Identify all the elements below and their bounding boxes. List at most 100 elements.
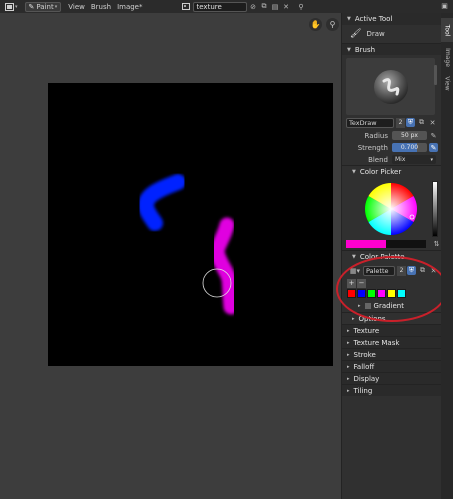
brush-users-count[interactable]: 2 (396, 117, 405, 128)
tiling-panel-header[interactable]: ▸ Tiling (342, 384, 441, 396)
new-image-icon[interactable]: ⧉ (260, 2, 269, 11)
preview-scroll-handle[interactable] (434, 65, 437, 85)
palette-swatches (347, 289, 406, 298)
palette-swatch[interactable] (357, 289, 366, 298)
blend-select[interactable]: Mix ▾ (392, 155, 436, 164)
active-tool-name: Draw (366, 30, 385, 38)
palette-swatch[interactable] (347, 289, 356, 298)
tab-tool[interactable]: Tool (441, 18, 453, 42)
pressure-pen-icon[interactable]: ✎ (429, 131, 438, 140)
triangle-right-icon: ▸ (347, 327, 350, 334)
strength-field[interactable]: 0.700 (392, 143, 427, 152)
current-color-swatch[interactable] (346, 240, 426, 248)
chevron-down-icon: ▾ (15, 3, 18, 10)
brush-panel-body: TexDraw 2 ⛨ ⧉ ✕ Radius 50 px ✎ Strength … (342, 55, 441, 165)
open-image-icon[interactable]: ▤ (271, 2, 280, 11)
strength-label: Strength (357, 143, 388, 152)
fake-user-shield-icon[interactable]: ⛨ (406, 118, 415, 127)
menu-view[interactable]: View (65, 1, 88, 12)
triangle-down-icon: ▼ (352, 253, 356, 260)
image-name-field[interactable]: texture (192, 1, 247, 12)
remove-color-button[interactable]: − (357, 279, 366, 288)
palette-swatch[interactable] (387, 289, 396, 298)
falloff-panel-header[interactable]: ▸ Falloff (342, 360, 441, 372)
texture-mask-panel-header[interactable]: ▸ Texture Mask (342, 336, 441, 348)
value-slider[interactable] (432, 181, 438, 237)
duplicate-icon[interactable]: ⧉ (417, 118, 426, 127)
brush-tool-icon: 🖌 (350, 29, 362, 39)
stroke-panel-header[interactable]: ▸ Stroke (342, 348, 441, 360)
blend-value: Mix (395, 156, 406, 163)
blue-stroke (138, 174, 186, 231)
radius-value: 50 px (401, 132, 418, 139)
image-viewport[interactable]: ✋ ⚲ (0, 13, 341, 499)
radius-field[interactable]: 50 px (392, 131, 427, 140)
chevron-down-icon: ▾ (54, 3, 58, 10)
close-icon[interactable]: ✕ (429, 266, 438, 275)
previous-color-fill (386, 240, 426, 248)
hand-pan-icon[interactable]: ✋ (309, 18, 322, 31)
brush-preview[interactable] (346, 58, 435, 115)
image-canvas[interactable] (48, 83, 333, 366)
fake-user-shield-icon[interactable]: ⛨ (407, 266, 416, 275)
close-icon[interactable]: ✕ (428, 118, 437, 127)
image-browse-icon[interactable] (182, 2, 191, 11)
active-tool-row: 🖌 Draw (342, 25, 441, 43)
triangle-right-icon: ▸ (347, 387, 350, 394)
display-channels-icon[interactable]: ▣ (440, 1, 449, 10)
swap-colors-icon[interactable]: ⇅ (432, 239, 441, 248)
pressure-pen-icon[interactable]: ✎ (429, 143, 438, 152)
blend-row: Blend Mix ▾ (346, 154, 438, 165)
tab-view[interactable]: View (441, 72, 453, 94)
color-picker-title: Color Picker (359, 167, 402, 176)
editor-type-button[interactable]: ▾ (2, 1, 21, 12)
color-picker-panel-header[interactable]: ▼ Color Picker (342, 165, 441, 177)
display-panel-header[interactable]: ▸ Display (342, 372, 441, 384)
palette-swatch[interactable] (397, 289, 406, 298)
color-wheel[interactable] (363, 181, 419, 237)
gradient-checkbox[interactable] (364, 303, 371, 309)
menu-brush[interactable]: Brush (88, 1, 114, 12)
tab-tool-label: Tool (443, 24, 451, 36)
triangle-down-icon: ▼ (347, 16, 351, 22)
triangle-right-icon: ▸ (347, 339, 350, 346)
brush-name-field[interactable]: TexDraw (346, 117, 394, 128)
display-title: Display (353, 374, 380, 383)
palette-swatch[interactable] (377, 289, 386, 298)
texture-panel-header[interactable]: ▸ Texture (342, 324, 441, 336)
add-color-button[interactable]: + (347, 279, 356, 288)
triangle-right-icon: ▸ (352, 315, 355, 322)
chevron-down-icon: ▾ (430, 156, 433, 163)
gradient-panel-header[interactable]: ▸ Gradient (342, 300, 441, 312)
strength-row: Strength 0.700 ✎ (346, 142, 438, 153)
palette-icon[interactable]: ▦▾ (349, 266, 361, 275)
duplicate-icon[interactable]: ⧉ (418, 266, 427, 275)
brush-thumbnail-icon (373, 69, 408, 104)
tab-image[interactable]: Image (441, 44, 453, 70)
palette-add-remove-row: + − (347, 278, 366, 289)
mode-select[interactable]: ✎ Paint ▾ (24, 1, 62, 12)
active-tool-title: Active Tool (354, 15, 393, 23)
brush-panel-header[interactable]: ▼ Brush (342, 43, 441, 55)
close-icon[interactable]: ✕ (282, 2, 291, 11)
active-tool-panel-header[interactable]: ▼ Active Tool (342, 13, 441, 25)
zoom-icon[interactable]: ⚲ (326, 18, 339, 31)
palette-users-count[interactable]: 2 (397, 265, 406, 276)
palette-name-field[interactable]: Palette (363, 265, 395, 276)
triangle-right-icon: ▸ (347, 363, 350, 370)
fake-user-icon[interactable]: ⊘ (249, 2, 258, 11)
image-editor-icon (5, 2, 14, 11)
tab-view-label: View (443, 75, 451, 91)
sidebar: ▼ Active Tool 🖌 Draw ▼ Brush TexDraw 2 ⛨… (341, 13, 441, 499)
canvas-strokes (138, 174, 239, 315)
options-panel-header[interactable]: ▸ Options (342, 312, 441, 324)
menu-image[interactable]: Image* (114, 1, 145, 12)
pin-icon[interactable]: ⚲ (297, 2, 306, 11)
texture-mask-title: Texture Mask (353, 338, 400, 347)
tiling-title: Tiling (353, 386, 373, 395)
tab-image-label: Image (443, 47, 451, 67)
mode-label: Paint (36, 2, 54, 11)
palette-swatch[interactable] (367, 289, 376, 298)
radius-row: Radius 50 px ✎ (346, 130, 438, 141)
color-palette-panel-header[interactable]: ▼ Color Palette (342, 250, 441, 262)
